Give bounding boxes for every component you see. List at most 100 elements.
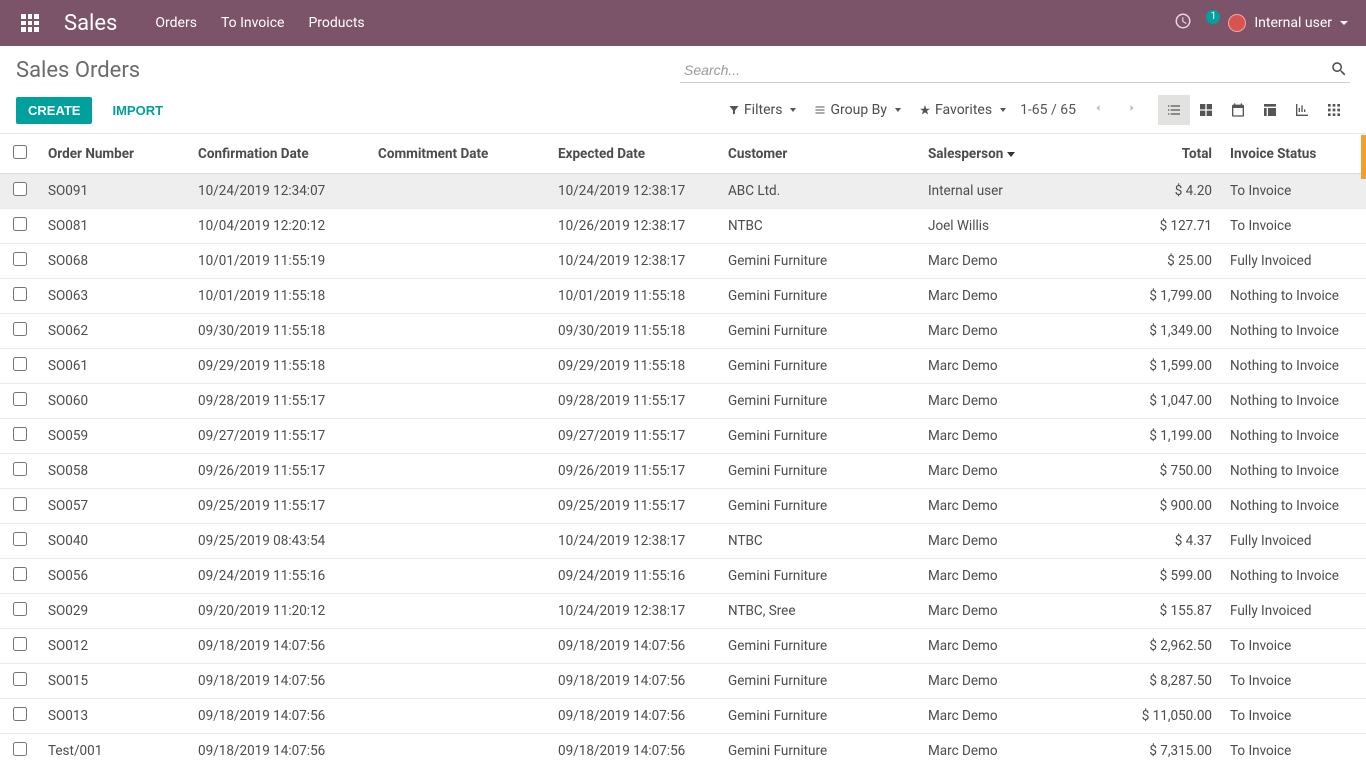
view-calendar-icon[interactable]: [1222, 95, 1254, 125]
header-confirm[interactable]: Confirmation Date: [190, 135, 370, 174]
view-activity-icon[interactable]: [1318, 95, 1350, 125]
table-row[interactable]: SO01509/18/2019 14:07:5609/18/2019 14:07…: [0, 664, 1366, 699]
cell-order: SO061: [40, 349, 190, 384]
table-row[interactable]: SO01309/18/2019 14:07:5609/18/2019 14:07…: [0, 699, 1366, 734]
pager-prev-icon[interactable]: [1086, 100, 1110, 120]
row-checkbox-cell: [0, 734, 40, 768]
header-commit[interactable]: Commitment Date: [370, 135, 550, 174]
nav-products[interactable]: Products: [308, 15, 364, 31]
row-checkbox[interactable]: [13, 462, 27, 476]
cell-total: $ 1,799.00: [1120, 279, 1220, 314]
cell-customer: Gemini Furniture: [720, 699, 920, 734]
user-menu[interactable]: Internal user: [1228, 14, 1348, 32]
row-checkbox[interactable]: [13, 287, 27, 301]
nav-links: Orders To Invoice Products: [155, 15, 364, 31]
cell-expect: 10/24/2019 12:38:17: [550, 174, 720, 209]
table-row[interactable]: SO06009/28/2019 11:55:1709/28/2019 11:55…: [0, 384, 1366, 419]
search-icon[interactable]: [1328, 58, 1350, 84]
row-checkbox[interactable]: [13, 427, 27, 441]
row-checkbox[interactable]: [13, 672, 27, 686]
caret-down-icon: [1340, 21, 1348, 25]
cell-customer: Gemini Furniture: [720, 629, 920, 664]
table-row[interactable]: SO04009/25/2019 08:43:5410/24/2019 12:38…: [0, 524, 1366, 559]
row-checkbox[interactable]: [13, 392, 27, 406]
table-row[interactable]: Test/00109/18/2019 14:07:5609/18/2019 14…: [0, 734, 1366, 768]
row-checkbox[interactable]: [13, 322, 27, 336]
row-checkbox[interactable]: [13, 217, 27, 231]
apps-menu-icon[interactable]: [18, 11, 42, 35]
cell-customer: Gemini Furniture: [720, 384, 920, 419]
row-checkbox[interactable]: [13, 567, 27, 581]
cell-commit: [370, 349, 550, 384]
nav-to-invoice[interactable]: To Invoice: [221, 15, 285, 31]
row-checkbox[interactable]: [13, 182, 27, 196]
table-row[interactable]: SO05809/26/2019 11:55:1709/26/2019 11:55…: [0, 454, 1366, 489]
row-checkbox[interactable]: [13, 707, 27, 721]
table-container[interactable]: Order Number Confirmation Date Commitmen…: [0, 135, 1366, 768]
table-row[interactable]: SO01209/18/2019 14:07:5609/18/2019 14:07…: [0, 629, 1366, 664]
cell-total: $ 1,349.00: [1120, 314, 1220, 349]
cell-confirm: 09/26/2019 11:55:17: [190, 454, 370, 489]
cell-total: $ 8,287.50: [1120, 664, 1220, 699]
cell-salesperson: Internal user: [920, 174, 1120, 209]
view-graph-icon[interactable]: [1286, 95, 1318, 125]
table-row[interactable]: SO06209/30/2019 11:55:1809/30/2019 11:55…: [0, 314, 1366, 349]
row-checkbox[interactable]: [13, 357, 27, 371]
favorites-button[interactable]: Favorites: [919, 102, 1006, 118]
cell-salesperson: Marc Demo: [920, 349, 1120, 384]
table-row[interactable]: SO05909/27/2019 11:55:1709/27/2019 11:55…: [0, 419, 1366, 454]
cell-confirm: 09/25/2019 08:43:54: [190, 524, 370, 559]
row-checkbox[interactable]: [13, 602, 27, 616]
header-salesperson[interactable]: Salesperson: [920, 135, 1120, 174]
view-list-icon[interactable]: [1158, 95, 1190, 125]
pager-next-icon[interactable]: [1120, 100, 1144, 120]
cell-confirm: 10/01/2019 11:55:19: [190, 244, 370, 279]
cell-expect: 10/24/2019 12:38:17: [550, 594, 720, 629]
groupby-button[interactable]: Group By: [814, 102, 901, 118]
cell-customer: Gemini Furniture: [720, 559, 920, 594]
view-switcher: [1158, 95, 1350, 125]
cell-total: $ 1,599.00: [1120, 349, 1220, 384]
table-row[interactable]: SO02909/20/2019 11:20:1210/24/2019 12:38…: [0, 594, 1366, 629]
activity-icon[interactable]: [1174, 12, 1192, 34]
table-row[interactable]: SO05609/24/2019 11:55:1609/24/2019 11:55…: [0, 559, 1366, 594]
row-checkbox[interactable]: [13, 497, 27, 511]
cell-salesperson: Marc Demo: [920, 664, 1120, 699]
orders-table: Order Number Confirmation Date Commitmen…: [0, 135, 1366, 768]
nav-orders[interactable]: Orders: [155, 15, 197, 31]
view-pivot-icon[interactable]: [1254, 95, 1286, 125]
view-kanban-icon[interactable]: [1190, 95, 1222, 125]
search-input[interactable]: [680, 58, 1350, 83]
table-row[interactable]: SO09110/24/2019 12:34:0710/24/2019 12:38…: [0, 174, 1366, 209]
import-button[interactable]: IMPORT: [100, 97, 175, 124]
pager-value[interactable]: 1-65 / 65: [1020, 102, 1076, 118]
row-checkbox-cell: [0, 384, 40, 419]
header-customer[interactable]: Customer: [720, 135, 920, 174]
select-all-checkbox[interactable]: [13, 145, 27, 159]
filters-button[interactable]: Filters: [728, 102, 797, 118]
row-checkbox[interactable]: [13, 742, 27, 756]
row-checkbox-cell: [0, 594, 40, 629]
header-invoice[interactable]: Invoice Status: [1220, 135, 1366, 174]
table-row[interactable]: SO06310/01/2019 11:55:1810/01/2019 11:55…: [0, 279, 1366, 314]
row-checkbox-cell: [0, 279, 40, 314]
row-checkbox[interactable]: [13, 637, 27, 651]
row-checkbox[interactable]: [13, 252, 27, 266]
filters-label: Filters: [744, 102, 783, 118]
create-button[interactable]: CREATE: [16, 97, 92, 124]
app-title[interactable]: Sales: [64, 11, 117, 36]
table-row[interactable]: SO08110/04/2019 12:20:1210/26/2019 12:38…: [0, 209, 1366, 244]
messaging-badge: 1: [1206, 10, 1220, 24]
table-row[interactable]: SO06109/29/2019 11:55:1809/29/2019 11:55…: [0, 349, 1366, 384]
header-expect[interactable]: Expected Date: [550, 135, 720, 174]
cell-confirm: 09/18/2019 14:07:56: [190, 629, 370, 664]
caret-down-icon: [790, 108, 796, 112]
row-checkbox[interactable]: [13, 532, 27, 546]
table-row[interactable]: SO06810/01/2019 11:55:1910/24/2019 12:38…: [0, 244, 1366, 279]
header-total[interactable]: Total: [1120, 135, 1220, 174]
header-salesperson-label: Salesperson: [928, 146, 1003, 162]
header-order[interactable]: Order Number: [40, 135, 190, 174]
cell-total: $ 750.00: [1120, 454, 1220, 489]
table-row[interactable]: SO05709/25/2019 11:55:1709/25/2019 11:55…: [0, 489, 1366, 524]
table-header-row: Order Number Confirmation Date Commitmen…: [0, 135, 1366, 174]
